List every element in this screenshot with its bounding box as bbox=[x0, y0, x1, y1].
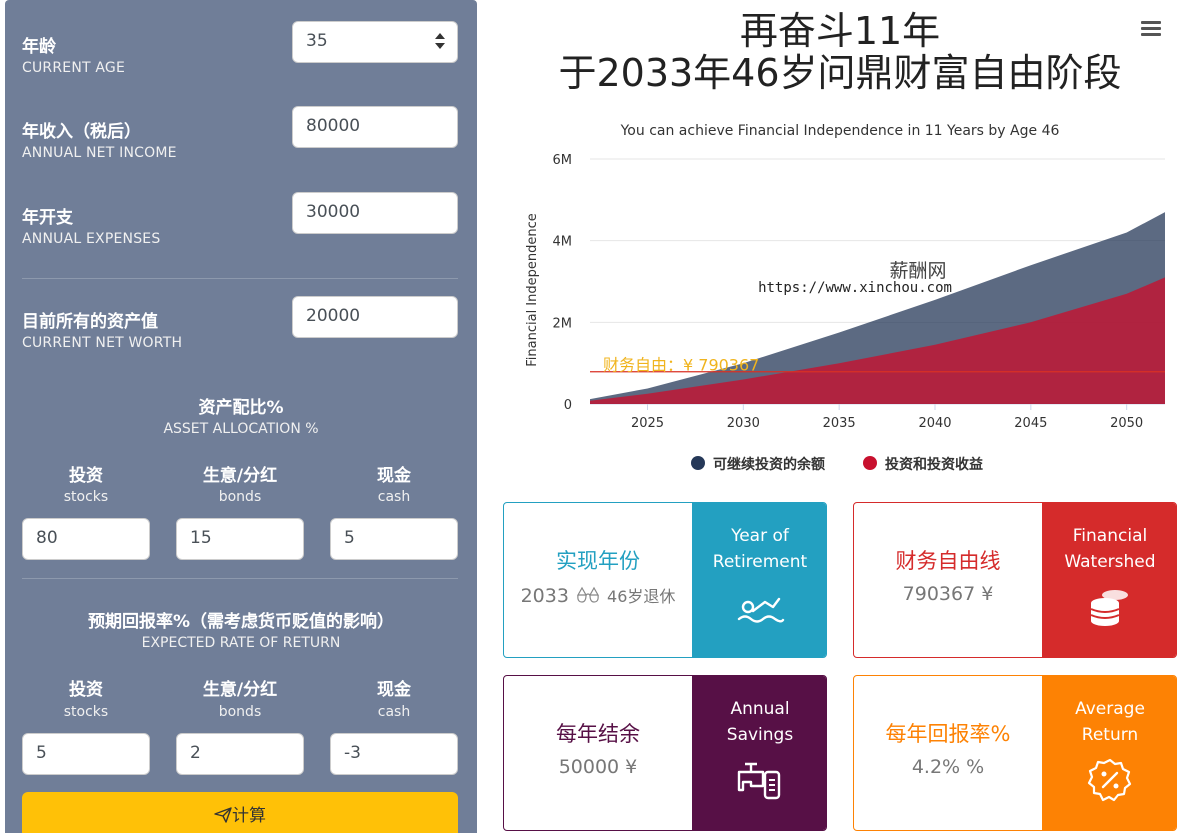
savings-badge-title: Annual Savings bbox=[692, 696, 826, 748]
return-cash-input[interactable]: -3 bbox=[330, 733, 458, 775]
glasses-icon bbox=[576, 586, 600, 603]
return-title: 每年回报率% bbox=[885, 722, 1011, 746]
networth-input[interactable]: 20000 bbox=[292, 296, 458, 338]
watershed-badge: Financial Watershed bbox=[1042, 503, 1176, 657]
networth-label: 目前所有的资产值 bbox=[22, 312, 158, 332]
y-tick-label: 2M bbox=[553, 316, 573, 331]
retirement-badge-title: Year of Retirement bbox=[692, 523, 826, 575]
x-tick-label: 2045 bbox=[1014, 416, 1047, 431]
calculate-button[interactable]: 计算 bbox=[22, 792, 458, 833]
income-input[interactable]: 80000 bbox=[292, 106, 458, 148]
y-tick-label: 0 bbox=[564, 398, 572, 413]
return-value: 4.2% % bbox=[911, 756, 985, 778]
return-stocks-input[interactable]: 5 bbox=[22, 733, 150, 775]
retirement-year: 2033 bbox=[520, 585, 569, 607]
savings-title: 每年结余 bbox=[556, 722, 640, 746]
faucet-icon bbox=[737, 762, 781, 800]
divider bbox=[22, 278, 458, 279]
x-tick-label: 2050 bbox=[1110, 416, 1143, 431]
return-stocks-label: 投资 bbox=[69, 680, 103, 700]
x-tick-label: 2030 bbox=[727, 416, 760, 431]
x-tick-label: 2025 bbox=[631, 416, 664, 431]
divider bbox=[22, 578, 458, 579]
average-return-card: 每年回报率% 4.2% % Average Return bbox=[853, 675, 1177, 831]
menu-icon[interactable] bbox=[1141, 21, 1161, 37]
watershed-value: 790367 ¥ bbox=[902, 583, 994, 605]
retirement-year-badge: Year of Retirement bbox=[692, 503, 826, 657]
return-badge-title: Average Return bbox=[1042, 696, 1176, 748]
alloc-bonds-sublabel: bonds bbox=[218, 489, 262, 505]
expenses-sublabel: ANNUAL EXPENSES bbox=[22, 231, 161, 247]
returns-sublabel: EXPECTED RATE OF RETURN bbox=[141, 635, 341, 651]
x-tick-label: 2035 bbox=[823, 416, 856, 431]
watermark-url: https://www.xinchou.com bbox=[758, 280, 952, 296]
chart-title: You can achieve Financial Independence i… bbox=[620, 123, 1060, 139]
networth-sublabel: CURRENT NET WORTH bbox=[22, 335, 183, 351]
retirement-year-value: 2033 46岁退休 bbox=[504, 583, 692, 607]
income-sublabel: ANNUAL NET INCOME bbox=[22, 145, 177, 161]
age-input[interactable]: 35 bbox=[292, 21, 458, 63]
allocation-title: 资产配比% bbox=[198, 398, 284, 418]
return-bonds-sublabel: bonds bbox=[218, 704, 262, 720]
legend-label: 投资和投资收益 bbox=[885, 456, 983, 473]
spinner-icon[interactable] bbox=[435, 31, 447, 53]
return-stocks-sublabel: stocks bbox=[63, 704, 109, 720]
allocation-sublabel: ASSET ALLOCATION % bbox=[163, 421, 319, 437]
threshold-label: 财务自由：¥ 790367 bbox=[603, 356, 759, 375]
savings-badge: Annual Savings bbox=[692, 676, 826, 830]
badge-line: Financial bbox=[1072, 526, 1148, 546]
returns-title: 预期回报率%（需考虑货币贬值的影响） bbox=[87, 612, 395, 632]
badge-line: Annual bbox=[730, 699, 790, 719]
age-label: 年龄 bbox=[22, 37, 56, 57]
y-tick-label: 6M bbox=[553, 153, 573, 168]
alloc-stocks-label: 投资 bbox=[69, 466, 103, 486]
percent-badge-icon bbox=[1087, 758, 1132, 802]
alloc-cash-sublabel: cash bbox=[377, 489, 411, 505]
return-bonds-input[interactable]: 2 bbox=[176, 733, 304, 775]
return-cash-label: 现金 bbox=[377, 680, 411, 700]
badge-line: Average bbox=[1075, 699, 1145, 719]
alloc-cash-label: 现金 bbox=[377, 466, 411, 486]
y-axis-label: Financial Independence bbox=[525, 213, 540, 367]
swimmer-icon bbox=[737, 597, 785, 623]
return-bonds-label: 生意/分红 bbox=[202, 680, 278, 700]
badge-line: Return bbox=[1081, 725, 1139, 745]
legend-marker bbox=[863, 456, 877, 470]
watershed-title: 财务自由线 bbox=[895, 549, 1001, 573]
expenses-label: 年开支 bbox=[22, 208, 73, 228]
calculate-label: 计算 bbox=[232, 806, 266, 826]
legend-label: 可继续投资的余额 bbox=[713, 456, 825, 473]
annual-savings-card: 每年结余 50000 ¥ Annual Savings bbox=[503, 675, 827, 831]
calculator-panel: 年龄 CURRENT AGE 35 年收入（税后） ANNUAL NET INC… bbox=[5, 0, 477, 833]
financial-watershed-card: 财务自由线 790367 ¥ Financial Watershed bbox=[853, 502, 1177, 658]
watermark-title: 薪酬网 bbox=[889, 260, 946, 282]
badge-line: Watershed bbox=[1064, 552, 1156, 572]
alloc-bonds-label: 生意/分红 bbox=[202, 466, 278, 486]
income-label: 年收入（税后） bbox=[22, 122, 141, 142]
return-cash-sublabel: cash bbox=[377, 704, 411, 720]
coins-icon bbox=[1090, 590, 1128, 626]
age-value: 35 bbox=[306, 31, 328, 51]
badge-line: Retirement bbox=[712, 552, 808, 572]
retirement-year-card: 实现年份 2033 46岁退休 Year of Retirement bbox=[503, 502, 827, 658]
badge-line: Year of bbox=[731, 526, 789, 546]
return-badge: Average Return bbox=[1042, 676, 1176, 830]
send-icon bbox=[214, 807, 232, 823]
retirement-year-title: 实现年份 bbox=[556, 549, 640, 573]
age-sublabel: CURRENT AGE bbox=[22, 60, 126, 76]
badge-line: Savings bbox=[726, 725, 794, 745]
alloc-stocks-sublabel: stocks bbox=[63, 489, 109, 505]
watershed-badge-title: Financial Watershed bbox=[1042, 523, 1176, 575]
alloc-cash-input[interactable]: 5 bbox=[330, 518, 458, 560]
retirement-age: 46岁退休 bbox=[607, 587, 676, 606]
savings-value: 50000 ¥ bbox=[558, 756, 638, 778]
headline-line2: 于2033年46岁问鼎财富自由阶段 bbox=[558, 51, 1122, 95]
expenses-input[interactable]: 30000 bbox=[292, 192, 458, 234]
alloc-stocks-input[interactable]: 80 bbox=[22, 518, 150, 560]
legend-marker bbox=[691, 456, 705, 470]
y-tick-label: 4M bbox=[553, 235, 573, 250]
financial-independence-chart: You can achieve Financial Independence i… bbox=[525, 123, 1165, 473]
x-tick-label: 2040 bbox=[918, 416, 951, 431]
alloc-bonds-input[interactable]: 15 bbox=[176, 518, 304, 560]
